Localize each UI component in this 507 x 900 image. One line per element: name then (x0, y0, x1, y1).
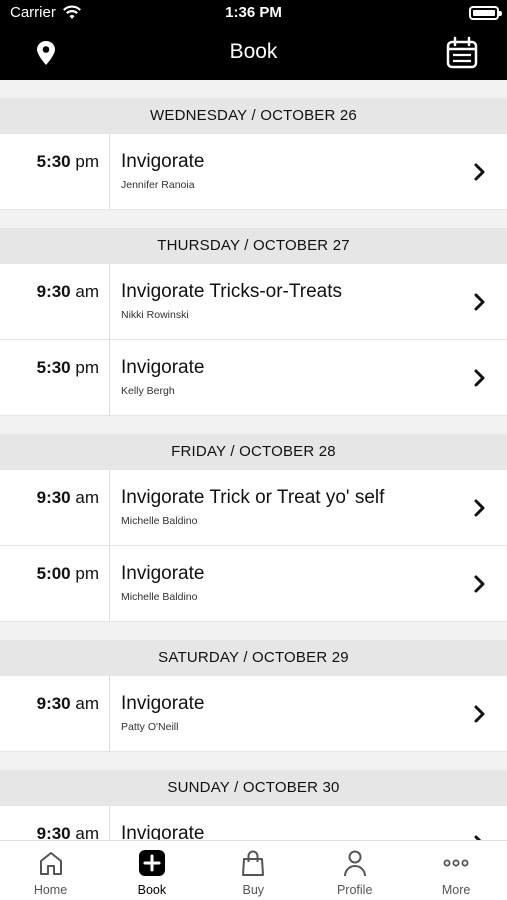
profile-icon (341, 849, 369, 877)
instructor-name: Jennifer Ranoia (121, 179, 195, 191)
instructor-name: Kelly Bergh (121, 385, 175, 397)
calendar-icon[interactable] (445, 36, 479, 70)
class-row[interactable]: 9:30 am Invigorate Trick or Treat yo' sel… (0, 470, 507, 546)
class-time-value: 9:30 (36, 282, 71, 301)
row-divider (109, 340, 110, 415)
class-time-ampm: am (75, 694, 99, 713)
row-divider (109, 470, 110, 545)
class-name: Invigorate (121, 563, 205, 584)
class-time-ampm: am (75, 282, 99, 301)
class-row[interactable]: 9:30 am Invigorate Tricks-or-Treats Nikki … (0, 264, 507, 340)
tab-bar: Home Book Buy Profile More (0, 840, 507, 900)
tab-buy[interactable]: Buy (203, 841, 304, 900)
class-time-value: 5:00 (36, 564, 71, 583)
chevron-right-icon[interactable] (473, 292, 487, 312)
class-time: 5:00 pm (0, 564, 99, 584)
row-divider (109, 676, 110, 751)
row-divider (109, 806, 110, 840)
class-time: 9:30 am (0, 488, 99, 508)
class-time: 5:30 pm (0, 152, 99, 172)
day-header: SATURDAY / OCTOBER 29 (0, 640, 507, 676)
clock: 1:36 PM (225, 4, 282, 21)
class-name: Invigorate (121, 151, 205, 172)
class-time-value: 9:30 (36, 824, 71, 840)
class-time-ampm: pm (75, 358, 99, 377)
tab-label: Buy (242, 883, 265, 897)
class-time-value: 9:30 (36, 694, 71, 713)
tab-label: More (441, 883, 471, 897)
nav-bar: Book (0, 26, 507, 80)
instructor-name: Michelle Baldino (121, 591, 198, 603)
class-time-ampm: am (75, 488, 99, 507)
class-time-ampm: am (75, 824, 99, 840)
tab-book[interactable]: Book (101, 841, 202, 900)
row-divider (109, 264, 110, 339)
tab-label: Home (33, 883, 68, 897)
day-header: FRIDAY / OCTOBER 28 (0, 434, 507, 470)
chevron-right-icon[interactable] (473, 162, 487, 182)
class-name: Invigorate Tricks-or-Treats (121, 281, 343, 302)
row-divider (109, 546, 110, 621)
day-header: SUNDAY / OCTOBER 30 (0, 770, 507, 806)
class-name: Invigorate (121, 693, 205, 714)
day-header: THURSDAY / OCTOBER 27 (0, 228, 507, 264)
day-header: WEDNESDAY / OCTOBER 26 (0, 98, 507, 134)
class-name: Invigorate (121, 823, 205, 840)
home-icon (37, 849, 65, 877)
instructor-name: Michelle Baldino (121, 515, 198, 527)
class-row[interactable]: 9:30 am Invigorate (0, 806, 507, 840)
tab-profile[interactable]: Profile (304, 841, 405, 900)
book-plus-icon (138, 849, 166, 877)
instructor-name: Nikki Rowinski (121, 309, 189, 321)
class-name: Invigorate (121, 357, 205, 378)
class-row[interactable]: 5:00 pm Invigorate Michelle Baldino (0, 546, 507, 622)
battery-icon (469, 6, 502, 20)
class-time-value: 9:30 (36, 488, 71, 507)
chevron-right-icon[interactable] (473, 704, 487, 724)
day-group: FRIDAY / OCTOBER 28 9:30 am Invigorate Tri… (0, 434, 507, 622)
class-time: 9:30 am (0, 282, 99, 302)
page-title: Book (229, 40, 278, 63)
day-group: WEDNESDAY / OCTOBER 26 5:30 pm Invigorate J… (0, 98, 507, 210)
day-group: SUNDAY / OCTOBER 30 9:30 am Invigorate (0, 770, 507, 840)
chevron-right-icon[interactable] (473, 368, 487, 388)
class-name: Invigorate Trick or Treat yo' self (121, 487, 385, 508)
class-schedule-list[interactable]: WEDNESDAY / OCTOBER 26 5:30 pm Invigorate J… (0, 80, 507, 840)
chevron-right-icon[interactable] (473, 574, 487, 594)
tab-more[interactable]: More (406, 841, 507, 900)
class-time-value: 5:30 (36, 358, 71, 377)
row-divider (109, 134, 110, 209)
class-row[interactable]: 9:30 am Invigorate Patty O'Neill (0, 676, 507, 752)
class-time: 5:30 pm (0, 358, 99, 378)
instructor-name: Patty O'Neill (121, 721, 179, 733)
status-bar: Carrier 1:36 PM (0, 0, 507, 26)
class-time-ampm: pm (75, 152, 99, 171)
class-time-value: 5:30 (36, 152, 71, 171)
more-dots-icon (442, 849, 470, 877)
tab-home[interactable]: Home (0, 841, 101, 900)
day-group: THURSDAY / OCTOBER 27 9:30 am Invigorate T… (0, 228, 507, 416)
class-row[interactable]: 5:30 pm Invigorate Kelly Bergh (0, 340, 507, 416)
tab-label: Profile (336, 883, 373, 897)
class-time: 9:30 am (0, 694, 99, 714)
shopping-bag-icon (239, 849, 267, 877)
tab-label: Book (137, 883, 167, 897)
day-group: SATURDAY / OCTOBER 29 9:30 am Invigorate Pa… (0, 640, 507, 752)
class-time: 9:30 am (0, 824, 99, 840)
class-time-ampm: pm (75, 564, 99, 583)
chevron-right-icon[interactable] (473, 498, 487, 518)
class-row[interactable]: 5:30 pm Invigorate Jennifer Ranoia (0, 134, 507, 210)
